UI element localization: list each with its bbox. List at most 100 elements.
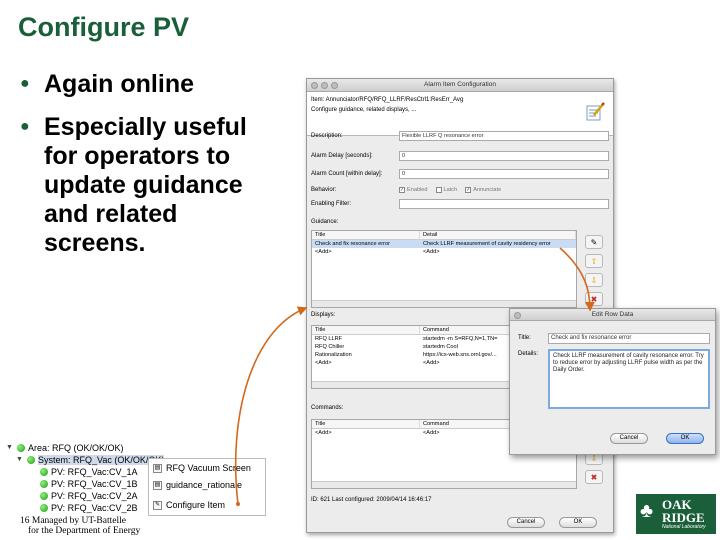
config-info: ID: 621 Last configured: 2009/04/14 16:4… [311,497,432,503]
ok-button[interactable]: OK [559,517,597,528]
move-down-button[interactable]: ⇩ [585,273,603,287]
enabled-checkbox[interactable]: ✓ Enabled [399,187,428,193]
footer-line: 16 Managed by UT-Battelle [20,516,126,526]
behavior-options: ✓ Enabled Latch ✓ Annunciate [399,187,501,193]
description-row: Description: [311,131,403,141]
displays-label: Displays: [311,312,336,318]
description-label: Description: [311,133,343,139]
cancel-button[interactable]: Cancel [507,517,545,528]
menu-item-configure[interactable]: ✎ Configure Item [153,499,225,511]
delay-label: Alarm Delay [seconds]: [311,153,373,159]
slide-title: Configure PV [18,12,190,42]
status-ok-icon [40,503,48,512]
tree-row-pv[interactable]: PV: RFQ_Vac:CV_2A [40,490,138,501]
count-field[interactable]: 0 [399,169,609,179]
tree-row-label: PV: RFQ_Vac:CV_1A [51,466,138,477]
tree-row-pv[interactable]: PV: RFQ_Vac:CV_1B [40,478,138,489]
dialog-header: Item: Annunciator/RFQ/RFQ_LLRF/ResCtrl1:… [307,92,613,136]
delete-row-button[interactable]: ✖ [585,292,603,306]
column-header[interactable]: Title [312,420,420,428]
horizontal-scrollbar[interactable] [312,481,576,488]
tree-row-pv[interactable]: PV: RFQ_Vac:CV_1A [40,466,138,477]
tree-row-label: PV: RFQ_Vac:CV_2B [51,502,138,513]
ornl-logo: ♣ OAK RIDGE National Laboratory [636,494,716,534]
horizontal-scrollbar[interactable] [312,300,576,307]
description-field[interactable]: Flexible LLRF Q resonance error [399,131,609,141]
table-cell: <Add> [423,249,440,255]
footer-credit: 16 Managed by UT-Battelle for the Depart… [20,516,140,536]
ok-button[interactable]: OK [666,433,704,444]
table-cell: RFQ LLRF [315,336,343,342]
table-header: Title Detail [312,231,576,240]
status-ok-icon [40,479,48,488]
annunciate-label: Annunciate [473,187,502,193]
oak-tree-icon: ♣ [640,500,654,522]
bullet-dot-icon: ● [20,75,30,92]
bullet-item: ● Especially useful for operators to upd… [20,113,290,258]
column-header[interactable]: Title [312,231,420,239]
details-field[interactable]: Check LLRF measurement of cavity resonan… [548,349,710,409]
commands-row-buttons: ⇩ ✖ [585,451,605,484]
footer-line: for the Department of Energy [28,526,141,536]
bullet-text: Especially useful for operators to updat… [44,113,247,257]
collapse-triangle-icon[interactable]: ▼ [16,456,24,463]
count-row: Alarm Count [within delay]: [311,169,403,179]
filter-label: Enabling Filter: [311,201,352,207]
edit-row-button[interactable]: ✎ [585,235,603,249]
table-cell: <Add> [315,249,332,255]
logo-subtitle: National Laboratory [662,524,706,530]
tree-row-label: System: RFQ_Vac (OK/OK/OK) [38,454,165,465]
table-cell: <Add> [315,360,332,366]
annunciate-checkbox[interactable]: ✓ Annunciate [465,187,501,193]
behavior-row: Behavior: [311,185,403,195]
enabled-label: Enabled [407,187,428,193]
dialog-titlebar: Alarm Item Configuration [307,79,613,92]
column-header[interactable]: Detail [420,231,576,239]
bullet-item: ● Again online [20,70,290,99]
menu-item-vacuum-screen[interactable]: ▤ RFQ Vacuum Screen [153,462,251,474]
table-cell: <Add> [315,430,332,436]
filter-field[interactable] [399,199,609,209]
commands-label: Commands: [311,405,344,411]
table-row[interactable]: Check and fix resonance error Check LLRF… [312,240,576,248]
menu-item-label: guidance_rationale [166,480,243,490]
menu-item-guidance[interactable]: ▤ guidance_rationale [153,479,242,491]
table-cell: RFQ Chiller [315,344,345,350]
tree-row-system[interactable]: ▼ System: RFQ_Vac (OK/OK/OK) [16,454,165,465]
edit-config-icon [586,102,605,121]
latch-checkbox[interactable]: Latch [435,187,458,193]
title-field[interactable]: Check and fix resonance error [548,333,710,344]
table-cell: Check and fix resonance error [315,241,390,247]
item-path: Item: Annunciator/RFQ/RFQ_LLRF/ResCtrl1:… [311,97,464,103]
latch-label: Latch [443,187,458,193]
guidance-row-buttons: ✎ ⇧ ⇩ ✖ [585,235,605,306]
document-icon: ▤ [153,480,162,490]
bullet-dot-icon: ● [20,118,30,135]
guidance-table: Title Detail Check and fix resonance err… [311,230,577,308]
delete-row-button[interactable]: ✖ [585,470,603,484]
column-header[interactable]: Title [312,326,420,334]
delay-row: Alarm Delay [seconds]: [311,151,403,161]
details-label: Details: [518,351,539,357]
bullet-text: Again online [44,70,194,98]
status-ok-icon [27,455,35,464]
count-label: Alarm Count [within delay]: [311,171,383,177]
tree-row-label: Area: RFQ (OK/OK/OK) [28,442,124,453]
tree-row-pv[interactable]: PV: RFQ_Vac:CV_2B [40,502,138,513]
dialog-titlebar: Edit Row Data [510,309,715,321]
menu-item-label: Configure Item [166,500,226,510]
display-icon: ▤ [153,463,162,473]
table-cell: Rationalization [315,352,352,358]
delay-field[interactable]: 0 [399,151,609,161]
tree-row-area[interactable]: ▼ Area: RFQ (OK/OK/OK) [6,442,124,453]
dialog-title: Edit Row Data [591,311,634,318]
collapse-triangle-icon[interactable]: ▼ [6,444,14,451]
dialog-title: Alarm Item Configuration [424,81,496,88]
tree-row-label: PV: RFQ_Vac:CV_2A [51,490,138,501]
move-up-button[interactable]: ⇧ [585,254,603,268]
cancel-button[interactable]: Cancel [610,433,648,444]
dialog-subtitle: Configure guidance, related displays, ..… [311,107,417,113]
behavior-label: Behavior: [311,187,337,193]
context-menu: ▤ RFQ Vacuum Screen ▤ guidance_rationale… [148,458,266,516]
table-row[interactable]: <Add> <Add> [312,248,576,256]
